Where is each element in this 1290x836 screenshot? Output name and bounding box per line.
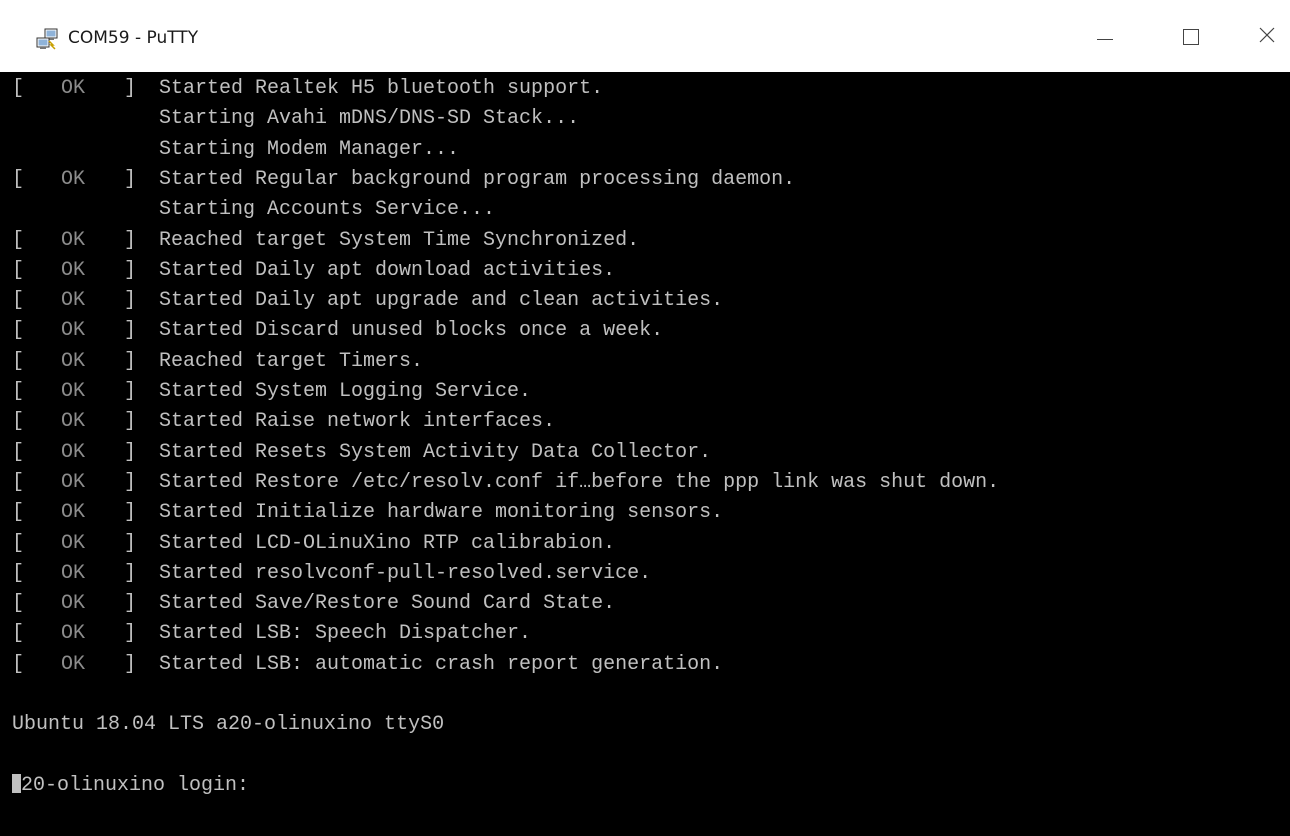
status-bracket-open: [ xyxy=(12,349,25,373)
log-message: Started Discard unused blocks once a wee… xyxy=(159,319,664,343)
status-bracket-close: ] xyxy=(124,380,137,403)
terminal-output[interactable]: [ OK] Started Realtek H5 bluetooth support… xyxy=(0,72,1290,836)
login-prompt-label: 20-olinuxino login: xyxy=(21,773,250,797)
close-icon xyxy=(1258,26,1276,48)
status-bracket-close: ] xyxy=(124,592,137,616)
log-message: Started Daily apt download activities. xyxy=(159,258,616,282)
log-message: Started LSB: Speech Dispatcher. xyxy=(159,622,532,646)
minimize-button[interactable] xyxy=(1082,14,1128,60)
login-prompt[interactable]: 20-olinuxino login: xyxy=(12,772,249,800)
text-cursor xyxy=(12,773,21,793)
status-bracket-open: [ xyxy=(12,561,25,585)
log-message: Started Raise network interfaces. xyxy=(159,410,556,434)
status-ok-badge: OK xyxy=(61,622,86,646)
status-bracket-close: ] xyxy=(124,652,137,676)
status-ok-badge: OK xyxy=(61,652,86,676)
status-ok-badge: OK xyxy=(61,501,86,525)
status-bracket-open: [ xyxy=(12,470,25,494)
status-bracket-open: [ xyxy=(12,531,25,555)
status-ok-badge: OK xyxy=(61,258,86,282)
status-bracket-open: [ xyxy=(12,592,25,616)
status-bracket-close: ] xyxy=(124,501,137,525)
status-bracket-close: ] xyxy=(124,77,137,100)
status-bracket-close: ] xyxy=(124,440,137,464)
status-bracket-open: [ xyxy=(12,258,25,282)
log-message: Started System Logging Service. xyxy=(159,380,532,403)
putty-computers-icon[interactable] xyxy=(36,28,58,50)
terminal-line: Ubuntu 18.04 LTS a20-olinuxino ttyS0 xyxy=(12,711,444,739)
status-ok-badge: OK xyxy=(61,440,86,464)
maximize-button[interactable] xyxy=(1168,14,1214,60)
status-bracket-close: ] xyxy=(124,289,137,313)
log-message: Started LSB: automatic crash report gene… xyxy=(159,652,724,676)
status-bracket-open: [ xyxy=(12,410,25,434)
log-message: Started Regular background program proce… xyxy=(159,167,796,191)
status-bracket-close: ] xyxy=(124,258,137,282)
status-bracket-open: [ xyxy=(12,440,25,464)
status-ok-badge: OK xyxy=(61,77,86,100)
status-bracket-close: ] xyxy=(124,470,137,494)
status-bracket-close: ] xyxy=(124,319,137,343)
window-title: COM59 - PuTTY xyxy=(68,28,199,48)
log-message: Started resolvconf-pull-resolved.service… xyxy=(159,561,652,585)
status-bracket-open: [ xyxy=(12,501,25,525)
log-message: Starting Avahi mDNS/DNS-SD Stack... xyxy=(159,107,580,131)
status-bracket-close: ] xyxy=(124,349,137,373)
log-message: Reached target System Time Synchronized. xyxy=(159,228,640,252)
status-bracket-open: [ xyxy=(12,289,25,313)
status-bracket-open: [ xyxy=(12,319,25,343)
status-bracket-open: [ xyxy=(12,167,25,191)
status-ok-badge: OK xyxy=(61,228,86,252)
close-button[interactable] xyxy=(1244,14,1290,60)
status-ok-badge: OK xyxy=(61,167,86,191)
log-message: Starting Modem Manager... xyxy=(159,137,460,161)
status-ok-badge: OK xyxy=(61,470,86,494)
status-ok-badge: OK xyxy=(61,289,86,313)
putty-window: COM59 - PuTTY [ OK] Started Realtek H5 blu… xyxy=(0,0,1290,836)
status-bracket-open: [ xyxy=(12,622,25,646)
status-ok-badge: OK xyxy=(61,410,86,434)
status-bracket-close: ] xyxy=(124,622,137,646)
status-ok-badge: OK xyxy=(61,319,86,343)
log-message: Started Realtek H5 bluetooth support. xyxy=(159,77,604,100)
status-ok-badge: OK xyxy=(61,531,86,555)
status-ok-badge: OK xyxy=(61,349,86,373)
log-message: Started Initialize hardware monitoring s… xyxy=(159,501,724,525)
status-bracket-open: [ xyxy=(12,77,25,100)
status-bracket-close: ] xyxy=(124,167,137,191)
log-message: Starting Accounts Service... xyxy=(159,198,496,222)
title-bar[interactable]: COM59 - PuTTY xyxy=(0,0,1290,72)
status-bracket-open: [ xyxy=(12,652,25,676)
status-bracket-open: [ xyxy=(12,380,25,403)
log-message: Reached target Timers. xyxy=(159,349,424,373)
log-message: Started Daily apt upgrade and clean acti… xyxy=(159,289,724,313)
status-ok-badge: OK xyxy=(61,380,86,403)
status-bracket-close: ] xyxy=(124,531,137,555)
status-bracket-close: ] xyxy=(124,561,137,585)
log-message: Started Resets System Activity Data Coll… xyxy=(159,440,712,464)
log-message: Started Save/Restore Sound Card State. xyxy=(159,592,616,616)
status-ok-badge: OK xyxy=(61,561,86,585)
status-ok-badge: OK xyxy=(61,592,86,616)
log-message: Started Restore /etc/resolv.conf if…befo… xyxy=(159,470,1000,494)
system-banner: Ubuntu 18.04 LTS a20-olinuxino ttyS0 xyxy=(12,713,445,737)
status-bracket-close: ] xyxy=(124,228,137,252)
status-bracket-open: [ xyxy=(12,228,25,252)
log-message: Started LCD-OLinuXino RTP calibrabion. xyxy=(159,531,616,555)
maximize-icon xyxy=(1183,29,1199,45)
minimize-icon xyxy=(1097,38,1113,40)
status-bracket-close: ] xyxy=(124,410,137,434)
